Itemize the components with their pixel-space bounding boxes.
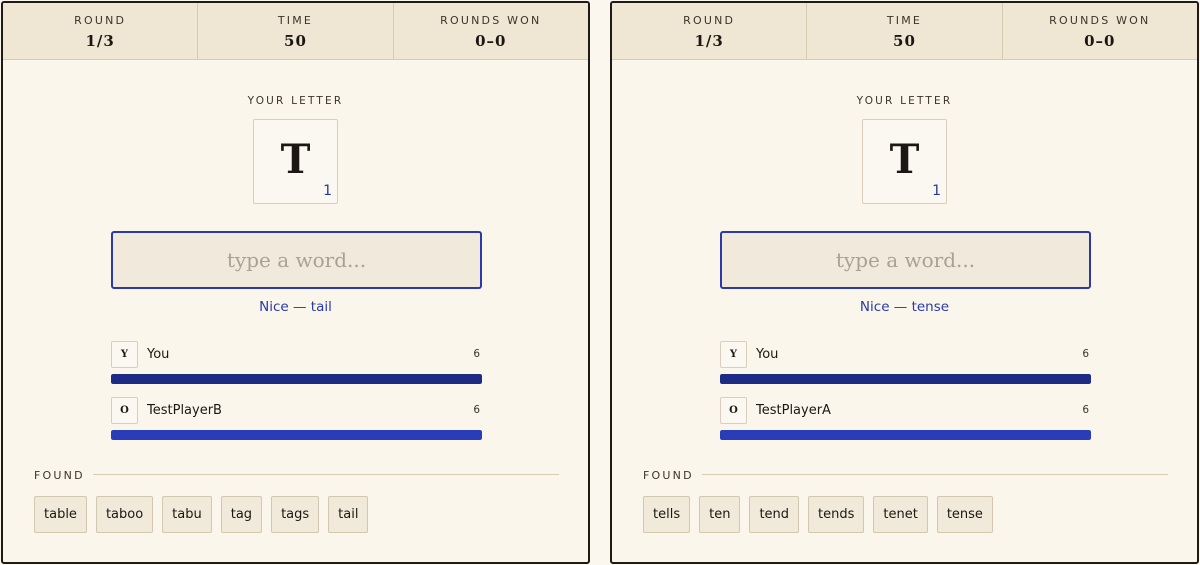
stat-round: ROUND 1/3 xyxy=(612,3,808,59)
player-badge: Y xyxy=(111,341,138,368)
found-word-chip: table xyxy=(34,496,87,533)
player-panel-left: ROUND 1/3 TIME 50 ROUNDS WON 0–0 YOUR LE… xyxy=(1,1,590,564)
progress-fill-you xyxy=(720,374,1091,384)
found-word-chip: ten xyxy=(699,496,741,533)
player-row-you: Y You 6 xyxy=(720,341,1091,387)
progress-track xyxy=(720,374,1091,384)
player-name: You xyxy=(756,347,779,362)
progress-track xyxy=(720,430,1091,440)
found-word-chip: tends xyxy=(808,496,865,533)
player-score: 6 xyxy=(473,404,480,416)
player-badge: Y xyxy=(720,341,747,368)
stat-rounds-won-label: ROUNDS WON xyxy=(1049,13,1151,27)
found-word-chip: tenet xyxy=(873,496,928,533)
player-badge: O xyxy=(720,397,747,424)
found-word-chip: tail xyxy=(328,496,369,533)
stat-time-value: 50 xyxy=(284,31,307,50)
stat-time-label: TIME xyxy=(277,13,314,27)
word-input[interactable] xyxy=(720,231,1091,289)
player-panel-right: ROUND 1/3 TIME 50 ROUNDS WON 0–0 YOUR LE… xyxy=(610,1,1199,564)
your-letter-label: YOUR LETTER xyxy=(247,95,344,107)
letter-tile: T 1 xyxy=(253,119,338,204)
stat-rounds-won-value: 0–0 xyxy=(1084,31,1116,50)
player-score: 6 xyxy=(473,348,480,360)
progress-track xyxy=(111,430,482,440)
stat-rounds-won-value: 0–0 xyxy=(475,31,507,50)
player-row-you: Y You 6 xyxy=(111,341,482,387)
found-word-chip: tags xyxy=(271,496,320,533)
found-words-list: table taboo tabu tag tags tail xyxy=(34,496,369,533)
stat-round-label: ROUND xyxy=(74,13,127,27)
word-input[interactable] xyxy=(111,231,482,289)
found-word-chip: tabu xyxy=(162,496,212,533)
player-row-opponent: O TestPlayerA 6 xyxy=(720,397,1091,443)
found-word-chip: tells xyxy=(643,496,691,533)
stat-round-value: 1/3 xyxy=(85,31,115,50)
letter-score: 1 xyxy=(932,183,941,199)
your-letter-label: YOUR LETTER xyxy=(856,95,953,107)
stat-rounds-won: ROUNDS WON 0–0 xyxy=(1003,3,1197,59)
progress-fill-opponent xyxy=(720,430,1091,440)
stat-round-label: ROUND xyxy=(683,13,736,27)
feedback-message: Nice — tail xyxy=(259,299,332,315)
stat-time: TIME 50 xyxy=(807,3,1003,59)
letter-char: T xyxy=(280,136,311,183)
stat-time-value: 50 xyxy=(893,31,916,50)
letter-score: 1 xyxy=(323,183,332,199)
player-name: You xyxy=(147,347,170,362)
stat-round-value: 1/3 xyxy=(694,31,724,50)
found-word-chip: tag xyxy=(220,496,263,533)
player-badge: O xyxy=(111,397,138,424)
found-word-chip: tend xyxy=(749,496,800,533)
stat-time: TIME 50 xyxy=(198,3,394,59)
player-row-opponent: O TestPlayerB 6 xyxy=(111,397,482,443)
stats-bar: ROUND 1/3 TIME 50 ROUNDS WON 0–0 xyxy=(612,3,1197,60)
stat-round: ROUND 1/3 xyxy=(3,3,199,59)
stats-bar: ROUND 1/3 TIME 50 ROUNDS WON 0–0 xyxy=(3,3,588,60)
progress-track xyxy=(111,374,482,384)
player-score: 6 xyxy=(1082,348,1089,360)
player-score: 6 xyxy=(1082,404,1089,416)
stat-rounds-won-label: ROUNDS WON xyxy=(440,13,542,27)
found-label: FOUND xyxy=(34,469,85,482)
found-words-list: tells ten tend tends tenet tense xyxy=(643,496,993,533)
feedback-message: Nice — tense xyxy=(859,299,950,315)
stat-time-label: TIME xyxy=(886,13,923,27)
progress-fill-opponent xyxy=(111,430,482,440)
letter-tile: T 1 xyxy=(862,119,947,204)
player-name: TestPlayerA xyxy=(756,403,831,418)
found-label: FOUND xyxy=(643,469,694,482)
found-word-chip: taboo xyxy=(95,496,154,533)
letter-char: T xyxy=(889,136,920,183)
progress-fill-you xyxy=(111,374,482,384)
game-stage: ROUND 1/3 TIME 50 ROUNDS WON 0–0 YOUR LE… xyxy=(0,0,1200,565)
found-divider xyxy=(702,474,1168,475)
player-name: TestPlayerB xyxy=(147,403,222,418)
found-divider xyxy=(93,474,559,475)
found-word-chip: tense xyxy=(936,496,993,533)
stat-rounds-won: ROUNDS WON 0–0 xyxy=(394,3,588,59)
